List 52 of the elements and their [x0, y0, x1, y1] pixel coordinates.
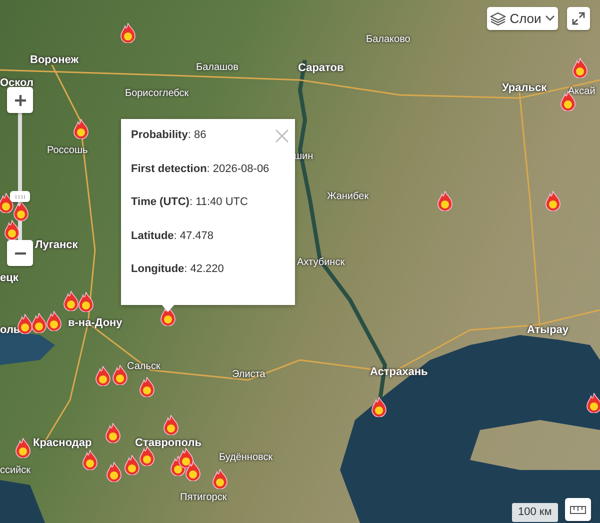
city-label: Пятигорск	[180, 493, 227, 503]
fullscreen-button[interactable]	[567, 7, 590, 30]
city-label: Воронеж	[30, 55, 79, 66]
city-label: Борисоглебск	[125, 89, 189, 99]
city-label: ецк	[0, 273, 18, 284]
expand-icon	[572, 12, 585, 25]
plus-icon	[14, 94, 26, 106]
city-label: Саратов	[298, 63, 344, 74]
fire-icon[interactable]	[63, 291, 79, 311]
city-label: Луганск	[35, 240, 78, 251]
fire-icon[interactable]	[112, 365, 128, 385]
city-label: Краснодар	[33, 438, 92, 449]
fire-icon[interactable]	[95, 366, 111, 386]
grip-icon	[15, 194, 25, 198]
ruler-button[interactable]	[565, 498, 591, 521]
city-label: Оскол	[0, 78, 34, 89]
city-label: Балашов	[196, 63, 238, 73]
popup-field-text: Longitude: 42.220	[131, 262, 224, 277]
fire-icon[interactable]	[120, 23, 136, 43]
fire-icon[interactable]	[78, 292, 94, 312]
fire-icon[interactable]	[371, 397, 387, 417]
city-label: Будённовск	[219, 453, 273, 463]
city-label: ссийск	[0, 466, 31, 476]
city-label: Аксай	[568, 87, 596, 97]
city-label: Ставрополь	[135, 438, 202, 449]
city-label: Атырау	[527, 325, 569, 336]
popup-field-text: First detection: 2026-08-06	[131, 162, 270, 176]
fire-icon[interactable]	[73, 119, 89, 139]
zoom-out-button[interactable]	[7, 240, 33, 266]
city-label: Уральск	[502, 83, 547, 94]
popup-field-text: Probability: 86	[131, 128, 206, 143]
city-label: Жанибек	[327, 192, 369, 202]
fire-icon[interactable]	[586, 393, 600, 413]
layers-button[interactable]: Слои	[487, 7, 558, 30]
popup-field-text: Latitude: 47.478	[131, 228, 214, 244]
city-label: оль	[0, 325, 20, 336]
fire-icon[interactable]	[46, 311, 62, 331]
close-icon[interactable]	[275, 129, 289, 143]
fire-icon[interactable]	[31, 313, 47, 333]
sea-area	[0, 480, 45, 523]
layers-icon	[490, 12, 506, 26]
popup-field-text: Time (UTC): 11:40 UTC	[131, 195, 248, 210]
ruler-icon	[570, 506, 586, 514]
city-label: Балаково	[366, 35, 410, 45]
fire-icon[interactable]	[160, 306, 176, 326]
caret-icon	[545, 15, 556, 22]
fire-icon[interactable]	[4, 220, 20, 240]
zoom-slider-handle[interactable]	[10, 191, 30, 202]
zoom-in-button[interactable]	[7, 87, 33, 113]
fire-icon[interactable]	[15, 438, 31, 458]
city-label: Элиста	[232, 370, 266, 380]
scale-label: 100 км	[512, 503, 558, 522]
